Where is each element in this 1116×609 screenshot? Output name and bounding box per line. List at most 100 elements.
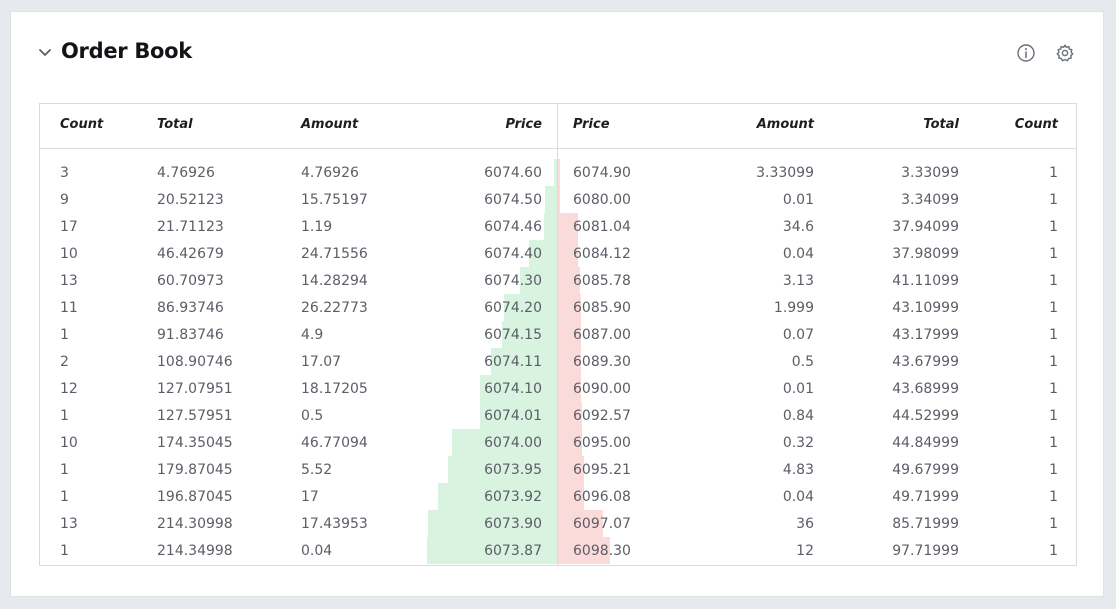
asks-header-total[interactable]: Total [923, 117, 959, 132]
asks-header-row: Price Amount Total Count [558, 104, 1076, 149]
ask-count: 1 [1049, 489, 1058, 505]
ask-price: 6087.00 [573, 327, 631, 343]
ask-row[interactable]: 6085.90 1.999 43.10999 1 [558, 294, 1076, 321]
bid-amount: 46.77094 [301, 435, 368, 451]
bid-count: 1 [60, 489, 69, 505]
ask-row[interactable]: 6074.90 3.33099 3.33099 1 [558, 159, 1076, 186]
bid-row[interactable]: 17 21.71123 1.19 6074.46 [40, 213, 557, 240]
ask-row[interactable]: 6098.30 12 97.71999 1 [558, 537, 1076, 564]
bid-count: 12 [60, 381, 78, 397]
bids-header-amount[interactable]: Amount [301, 117, 358, 132]
ask-total: 43.68999 [892, 381, 959, 397]
ask-amount: 1.999 [773, 300, 814, 316]
ask-row[interactable]: 6096.08 0.04 49.71999 1 [558, 483, 1076, 510]
ask-amount: 0.84 [782, 408, 814, 424]
asks-header-price[interactable]: Price [573, 117, 610, 132]
info-icon[interactable] [1016, 43, 1036, 63]
bid-amount: 17.43953 [301, 516, 368, 532]
ask-amount: 0.01 [782, 381, 814, 397]
asks-header-amount[interactable]: Amount [757, 117, 814, 132]
bid-total: 20.52123 [157, 192, 224, 208]
bid-count: 3 [60, 165, 69, 181]
ask-amount: 0.04 [782, 489, 814, 505]
bid-depth-bar [554, 159, 557, 186]
bid-total: 179.87045 [157, 462, 233, 478]
ask-row[interactable]: 6092.57 0.84 44.52999 1 [558, 402, 1076, 429]
bid-row[interactable]: 1 196.87045 17 6073.92 [40, 483, 557, 510]
ask-row[interactable]: 6084.12 0.04 37.98099 1 [558, 240, 1076, 267]
bid-row[interactable]: 2 108.90746 17.07 6074.11 [40, 348, 557, 375]
ask-amount: 12 [796, 543, 814, 559]
chevron-down-icon[interactable] [38, 48, 52, 58]
ask-row[interactable]: 6081.04 34.6 37.94099 1 [558, 213, 1076, 240]
bid-price: 6074.20 [484, 300, 542, 316]
bid-amount: 0.5 [301, 408, 324, 424]
bid-count: 9 [60, 192, 69, 208]
bid-total: 127.07951 [157, 381, 233, 397]
bid-count: 1 [60, 327, 69, 343]
bid-row[interactable]: 3 4.76926 4.76926 6074.60 [40, 159, 557, 186]
ask-amount: 0.04 [782, 246, 814, 262]
ask-total: 43.67999 [892, 354, 959, 370]
bid-row[interactable]: 13 214.30998 17.43953 6073.90 [40, 510, 557, 537]
bid-row[interactable]: 1 214.34998 0.04 6073.87 [40, 537, 557, 564]
ask-row[interactable]: 6080.00 0.01 3.34099 1 [558, 186, 1076, 213]
bid-count: 10 [60, 246, 78, 262]
bid-row[interactable]: 10 174.35045 46.77094 6074.00 [40, 429, 557, 456]
bid-count: 11 [60, 300, 78, 316]
ask-amount: 0.5 [791, 354, 814, 370]
ask-row[interactable]: 6090.00 0.01 43.68999 1 [558, 375, 1076, 402]
ask-total: 3.33099 [901, 165, 959, 181]
bid-price: 6074.11 [484, 354, 542, 370]
ask-row[interactable]: 6087.00 0.07 43.17999 1 [558, 321, 1076, 348]
bid-row[interactable]: 13 60.70973 14.28294 6074.30 [40, 267, 557, 294]
asks-header-count[interactable]: Count [1015, 117, 1058, 132]
ask-price: 6084.12 [573, 246, 631, 262]
panel-title: Order Book [61, 39, 192, 63]
ask-amount: 0.07 [782, 327, 814, 343]
bid-row[interactable]: 1 127.57951 0.5 6074.01 [40, 402, 557, 429]
ask-row[interactable]: 6097.07 36 85.71999 1 [558, 510, 1076, 537]
ask-price: 6095.00 [573, 435, 631, 451]
ask-row[interactable]: 6095.21 4.83 49.67999 1 [558, 456, 1076, 483]
ask-price: 6080.00 [573, 192, 631, 208]
bid-total: 196.87045 [157, 489, 233, 505]
bid-price: 6073.95 [484, 462, 542, 478]
bid-row[interactable]: 9 20.52123 15.75197 6074.50 [40, 186, 557, 213]
bid-amount: 4.9 [301, 327, 324, 343]
ask-count: 1 [1049, 354, 1058, 370]
ask-total: 49.71999 [892, 489, 959, 505]
ask-price: 6096.08 [573, 489, 631, 505]
bid-price: 6074.50 [484, 192, 542, 208]
bid-amount: 17.07 [301, 354, 342, 370]
ask-row[interactable]: 6095.00 0.32 44.84999 1 [558, 429, 1076, 456]
bid-row[interactable]: 1 179.87045 5.52 6073.95 [40, 456, 557, 483]
panel-header: Order Book [11, 12, 1103, 92]
bid-row[interactable]: 12 127.07951 18.17205 6074.10 [40, 375, 557, 402]
bid-row[interactable]: 1 91.83746 4.9 6074.15 [40, 321, 557, 348]
gear-icon[interactable] [1055, 43, 1075, 63]
ask-price: 6081.04 [573, 219, 631, 235]
ask-count: 1 [1049, 543, 1058, 559]
ask-row[interactable]: 6085.78 3.13 41.11099 1 [558, 267, 1076, 294]
ask-amount: 3.13 [782, 273, 814, 289]
bid-row[interactable]: 10 46.42679 24.71556 6074.40 [40, 240, 557, 267]
bid-total: 174.35045 [157, 435, 233, 451]
bids-header-price[interactable]: Price [505, 117, 542, 132]
bid-price: 6073.87 [484, 543, 542, 559]
ask-amount: 3.33099 [756, 165, 814, 181]
bid-row[interactable]: 11 86.93746 26.22773 6074.20 [40, 294, 557, 321]
bid-amount: 15.75197 [301, 192, 368, 208]
bid-depth-bar [545, 186, 557, 213]
ask-row[interactable]: 6089.30 0.5 43.67999 1 [558, 348, 1076, 375]
bids-header-count[interactable]: Count [60, 117, 103, 132]
bids-header-row: Count Total Amount Price [40, 104, 557, 149]
bid-count: 10 [60, 435, 78, 451]
bid-count: 17 [60, 219, 78, 235]
bid-total: 127.57951 [157, 408, 233, 424]
ask-price: 6092.57 [573, 408, 631, 424]
ask-count: 1 [1049, 462, 1058, 478]
bids-header-total[interactable]: Total [157, 117, 193, 132]
ask-depth-bar [558, 159, 560, 186]
bid-total: 214.34998 [157, 543, 233, 559]
